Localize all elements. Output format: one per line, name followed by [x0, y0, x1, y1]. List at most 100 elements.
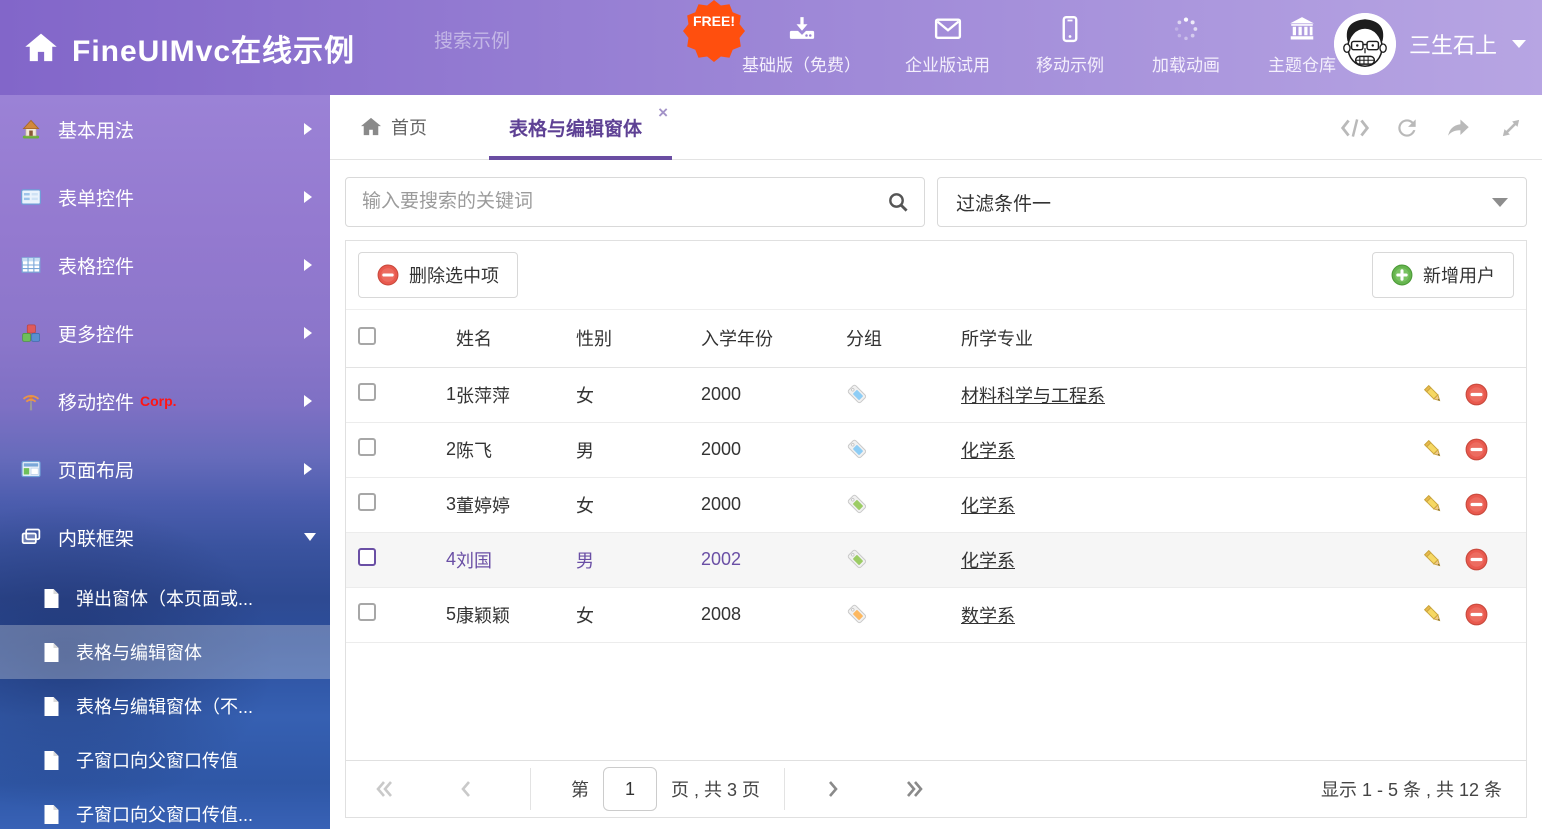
- sidebar-item-page-layout[interactable]: 页面布局: [0, 435, 330, 503]
- nav-loading-animation[interactable]: 加载动画: [1150, 14, 1222, 76]
- starburst-icon: [682, 0, 746, 62]
- form-icon: [20, 186, 42, 208]
- sidebar-subitem-label: 子窗口向父窗口传值...: [76, 801, 253, 827]
- tab-home[interactable]: 首页: [360, 114, 427, 140]
- header-search-input[interactable]: [432, 30, 681, 54]
- cell-name: 董婷婷: [456, 477, 576, 532]
- table-row[interactable]: 1 张萍萍 女 2000 材料科学与工程系: [346, 367, 1526, 422]
- select-all-checkbox[interactable]: [358, 327, 376, 345]
- chevron-right-icon: [304, 463, 312, 475]
- pager-divider: [530, 768, 531, 810]
- search-icon[interactable]: [886, 190, 910, 214]
- table-row[interactable]: 2 陈飞 男 2000 化学系: [346, 422, 1526, 477]
- open-external-icon[interactable]: [1444, 115, 1474, 141]
- avatar: [1334, 13, 1396, 75]
- cell-name: 张萍萍: [456, 367, 576, 422]
- keyword-search-input[interactable]: [360, 190, 886, 214]
- tab-grid-edit-window[interactable]: 表格与编辑窗体 ×: [489, 95, 672, 159]
- edit-pencil-icon[interactable]: [1422, 383, 1445, 406]
- edit-pencil-icon[interactable]: [1422, 603, 1445, 626]
- major-link[interactable]: 数学系: [961, 606, 1015, 626]
- first-page-icon[interactable]: [374, 779, 396, 799]
- delete-row-icon[interactable]: [1465, 548, 1488, 571]
- cell-year: 2000: [701, 367, 846, 422]
- add-user-button[interactable]: 新增用户: [1372, 252, 1514, 298]
- delete-row-icon[interactable]: [1465, 438, 1488, 461]
- row-checkbox[interactable]: [358, 493, 376, 511]
- nav-enterprise-trial[interactable]: 企业版试用: [905, 14, 990, 76]
- phone-icon: [1055, 14, 1085, 44]
- refresh-icon[interactable]: [1392, 115, 1422, 141]
- chevron-right-icon: [304, 395, 312, 407]
- nav-label: 加载动画: [1152, 51, 1220, 76]
- last-page-icon[interactable]: [903, 779, 925, 799]
- page-input[interactable]: [603, 767, 657, 811]
- table-row[interactable]: 3 董婷婷 女 2000 化学系: [346, 477, 1526, 532]
- chevron-down-icon: [304, 533, 316, 541]
- nav-theme-store[interactable]: 主题仓库: [1266, 14, 1338, 76]
- row-checkbox[interactable]: [358, 383, 376, 401]
- delete-selected-button[interactable]: 删除选中项: [358, 252, 518, 298]
- app-window: FineUIMvc在线示例 FREE! 基础版（免费） 企业版试用 移动示例: [0, 0, 1542, 835]
- delete-row-icon[interactable]: [1465, 603, 1488, 626]
- tag-icon: [846, 383, 870, 407]
- download-icon: [787, 14, 817, 44]
- cell-year: 2000: [701, 422, 846, 477]
- delete-row-icon[interactable]: [1465, 383, 1488, 406]
- cell-gender: 女: [576, 477, 701, 532]
- sidebar-subitem-child-to-parent-2[interactable]: 子窗口向父窗口传值...: [0, 787, 330, 835]
- col-header-group: 分组: [846, 310, 961, 367]
- prev-page-icon[interactable]: [458, 779, 474, 799]
- sidebar-subitem-popup-window[interactable]: 弹出窗体（本页面或...: [0, 571, 330, 625]
- sidebar-item-more-controls[interactable]: 更多控件: [0, 299, 330, 367]
- row-index: 1: [394, 367, 456, 422]
- table-row-selected[interactable]: 4 刘国 男 2002 化学系: [346, 532, 1526, 587]
- file-icon: [42, 642, 61, 663]
- app-title: FineUIMvc在线示例: [72, 26, 355, 70]
- main-content: 首页 表格与编辑窗体 × 过滤条件一: [330, 95, 1542, 835]
- table-row[interactable]: 5 康颖颖 女 2008 数学系: [346, 587, 1526, 642]
- major-link[interactable]: 化学系: [961, 551, 1015, 571]
- nav-label: 主题仓库: [1268, 51, 1336, 76]
- table-header-row: 姓名 性别 入学年份 分组 所学专业: [346, 310, 1526, 367]
- sidebar: 基本用法 表单控件 表格控件 更多控件 移动控件 Corp. 页面布局: [0, 95, 330, 835]
- nav-basic-free[interactable]: 基础版（免费）: [742, 14, 861, 76]
- cubes-icon: [20, 322, 42, 344]
- header-search: [432, 30, 632, 54]
- sidebar-item-grid-controls[interactable]: 表格控件: [0, 231, 330, 299]
- chevron-right-icon: [304, 191, 312, 203]
- edit-pencil-icon[interactable]: [1422, 438, 1445, 461]
- delete-row-icon[interactable]: [1465, 493, 1488, 516]
- sidebar-item-basic-usage[interactable]: 基本用法: [0, 95, 330, 163]
- sidebar-subitem-grid-edit-window-2[interactable]: 表格与编辑窗体（不...: [0, 679, 330, 733]
- sidebar-subitem-grid-edit-window[interactable]: 表格与编辑窗体: [0, 625, 330, 679]
- edit-pencil-icon[interactable]: [1422, 548, 1445, 571]
- major-link[interactable]: 化学系: [961, 496, 1015, 516]
- cell-gender: 女: [576, 367, 701, 422]
- nav-mobile-demo[interactable]: 移动示例: [1034, 14, 1106, 76]
- sidebar-item-form-controls[interactable]: 表单控件: [0, 163, 330, 231]
- sidebar-subitem-child-to-parent[interactable]: 子窗口向父窗口传值: [0, 733, 330, 787]
- close-icon[interactable]: ×: [658, 104, 668, 121]
- edit-pencil-icon[interactable]: [1422, 493, 1445, 516]
- tab-active-label: 表格与编辑窗体: [509, 114, 642, 141]
- source-code-icon[interactable]: [1340, 115, 1370, 141]
- sidebar-item-mobile-controls[interactable]: 移动控件 Corp.: [0, 367, 330, 435]
- header-nav: 基础版（免费） 企业版试用 移动示例 加载动画 主题仓库: [742, 14, 1338, 76]
- chevron-right-icon: [304, 123, 312, 135]
- row-checkbox[interactable]: [358, 548, 376, 566]
- major-link[interactable]: 材料科学与工程系: [961, 386, 1105, 406]
- sidebar-item-inline-frame[interactable]: 内联框架: [0, 503, 330, 571]
- next-page-icon[interactable]: [825, 779, 841, 799]
- row-checkbox[interactable]: [358, 603, 376, 621]
- row-checkbox[interactable]: [358, 438, 376, 456]
- row-index: 5: [394, 587, 456, 642]
- major-link[interactable]: 化学系: [961, 441, 1015, 461]
- filter-dropdown[interactable]: 过滤条件一: [937, 177, 1527, 227]
- sidebar-subitem-label: 表格与编辑窗体: [76, 639, 202, 665]
- brand[interactable]: FineUIMvc在线示例: [16, 0, 355, 95]
- grid-panel: 删除选中项 新增用户 姓名 性别 入学年份 分组: [345, 240, 1527, 818]
- user-menu[interactable]: 三生石上: [1334, 13, 1526, 75]
- expand-icon[interactable]: [1496, 115, 1526, 141]
- free-badge: FREE!: [682, 0, 746, 62]
